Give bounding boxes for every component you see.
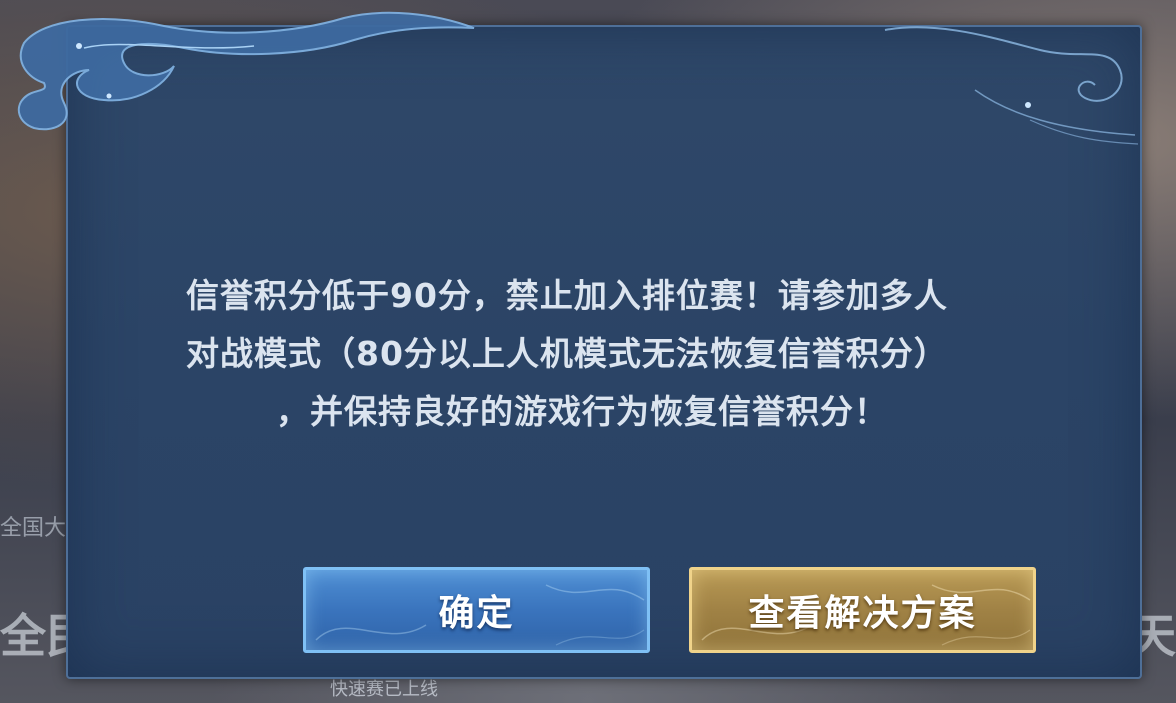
message-line-2: 对战模式（80分以上人机模式无法恢复信誉积分）	[186, 334, 948, 373]
message-line-3: ，并保持良好的游戏行为恢复信誉积分！	[276, 392, 888, 431]
credit-score-dialog: 信誉积分低于90分，禁止加入排位赛！请参加多人 对战模式（80分以上人机模式无法…	[66, 25, 1142, 679]
view-solution-button-label: 查看解决方案	[748, 593, 977, 634]
confirm-button-label: 确定	[438, 593, 515, 634]
confirm-button[interactable]: 确定	[303, 567, 650, 653]
view-solution-button[interactable]: 查看解决方案	[689, 567, 1036, 653]
game-screen: 全国大 全民 天 快速赛已上线 信誉积分低于90分，禁止加入排位赛！请参加多人 …	[0, 0, 1176, 703]
dialog-message: 信誉积分低于90分，禁止加入排位赛！请参加多人 对战模式（80分以上人机模式无法…	[186, 267, 1146, 441]
background-label-left: 全国大	[0, 516, 67, 541]
message-line-1: 信誉积分低于90分，禁止加入排位赛！请参加多人	[186, 276, 948, 315]
